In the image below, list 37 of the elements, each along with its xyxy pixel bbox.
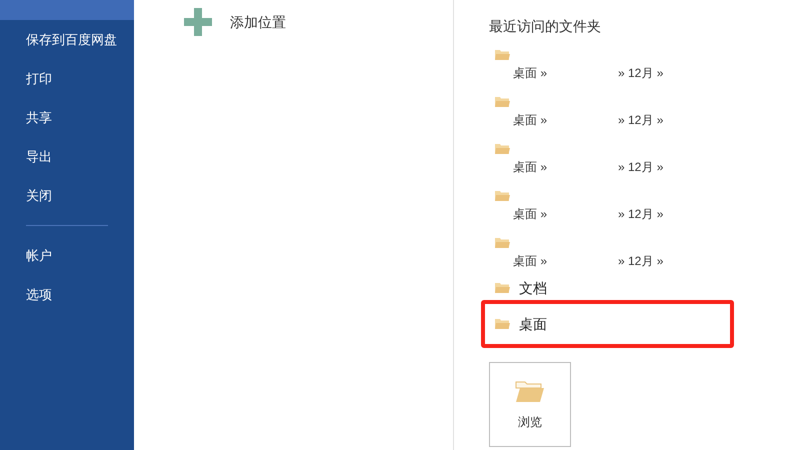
sidebar-item[interactable]: 选项 — [0, 275, 134, 314]
path-text: » 12月 » — [618, 253, 664, 270]
folder-icon — [495, 143, 510, 155]
recent-folder[interactable]: 桌面 — [481, 300, 734, 348]
sidebar-item[interactable]: 共享 — [0, 98, 134, 137]
sidebar-item[interactable]: 关闭 — [0, 176, 134, 215]
sidebar-item[interactable]: 打印 — [0, 59, 134, 98]
path-text: 桌面 » — [513, 112, 548, 129]
browse-button[interactable]: 浏览 — [489, 362, 571, 447]
recent-folder[interactable]: 桌面 » » 12月 » — [481, 231, 734, 278]
folder-icon — [495, 318, 510, 330]
folder-icon — [515, 378, 545, 402]
recent-folder[interactable]: 桌面 » » 12月 » — [481, 184, 734, 231]
add-location-button[interactable]: 添加位置 — [184, 8, 453, 36]
path-text: » 12月 » — [618, 112, 664, 129]
sidebar-item[interactable] — [0, 0, 134, 20]
path-text: 桌面 » — [513, 65, 548, 82]
recent-folder[interactable]: 桌面 » » 12月 » — [481, 137, 734, 184]
sidebar-item[interactable]: 帐户 — [0, 236, 134, 275]
sidebar-item[interactable]: 保存到百度网盘 — [0, 20, 134, 59]
recent-folder[interactable]: 桌面 » » 12月 » — [481, 90, 734, 137]
folder-icon — [495, 190, 510, 202]
recent-folder[interactable]: 桌面 » » 12月 » — [481, 43, 734, 90]
path-text: 桌面 » — [513, 253, 548, 270]
sidebar-item[interactable]: 导出 — [0, 137, 134, 176]
path-text: » 12月 » — [618, 65, 664, 82]
folder-icon — [495, 49, 510, 61]
folder-icon — [495, 237, 510, 249]
path-text: 桌面 » — [513, 206, 548, 223]
plus-icon — [184, 8, 212, 36]
folder-icon — [495, 282, 510, 294]
path-text: » 12月 » — [618, 159, 664, 176]
path-text: » 12月 » — [618, 206, 664, 223]
folder-icon — [495, 96, 510, 108]
recent-folder[interactable]: 文档 — [481, 278, 734, 298]
section-title: 最近访问的文件夹 — [489, 17, 602, 36]
path-text: 桌面 » — [513, 159, 548, 176]
